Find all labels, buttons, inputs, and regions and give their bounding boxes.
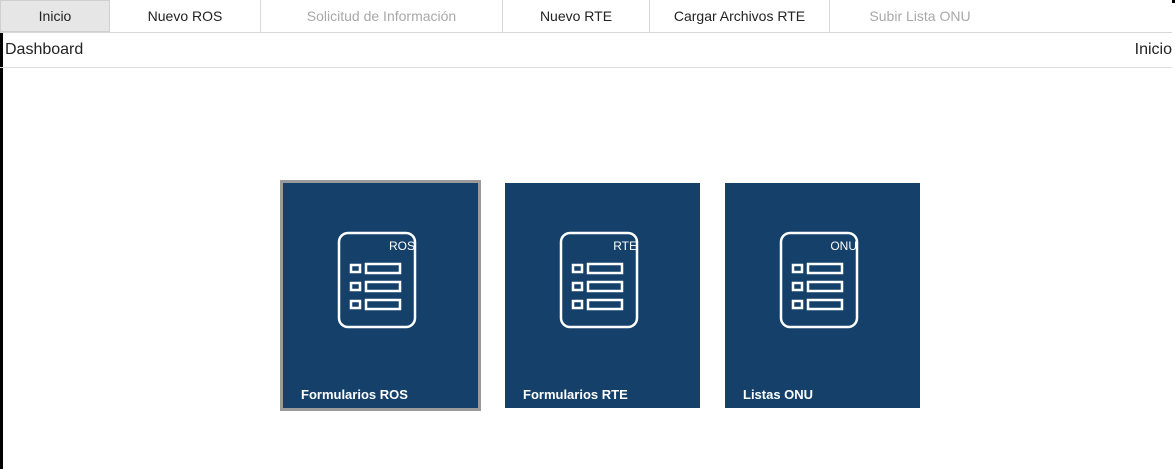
page-title: Dashboard — [5, 41, 84, 58]
tab-inicio[interactable]: Inicio — [0, 0, 110, 32]
breadcrumb: Dashboard Inicio — [0, 33, 1172, 68]
breadcrumb-current[interactable]: Inicio — [1135, 41, 1172, 59]
tile-label: Listas ONU — [743, 387, 814, 402]
tab-solicitud-de-informacion[interactable]: Solicitud de Información — [261, 0, 503, 32]
tile-formularios-ros[interactable]: ROS Formularios ROS — [280, 180, 481, 411]
tile-tag: ROS — [388, 239, 415, 253]
tab-subir-lista-onu[interactable]: Subir Lista ONU — [830, 0, 1010, 32]
tab-nuevo-rte[interactable]: Nuevo RTE — [503, 0, 650, 32]
tile-tag: RTE — [613, 239, 637, 253]
tile-formularios-rte[interactable]: RTE Formularios RTE — [505, 183, 700, 408]
tab-nuevo-ros[interactable]: Nuevo ROS — [110, 0, 261, 32]
tab-cargar-archivos-rte[interactable]: Cargar Archivos RTE — [650, 0, 830, 32]
top-nav-tabs: Inicio Nuevo ROS Solicitud de Informació… — [0, 0, 1172, 33]
tile-tag: ONU — [830, 239, 857, 253]
tile-label: Formularios ROS — [301, 387, 408, 402]
tile-label: Formularios RTE — [523, 387, 628, 402]
tile-listas-onu[interactable]: ONU Listas ONU — [725, 183, 920, 408]
